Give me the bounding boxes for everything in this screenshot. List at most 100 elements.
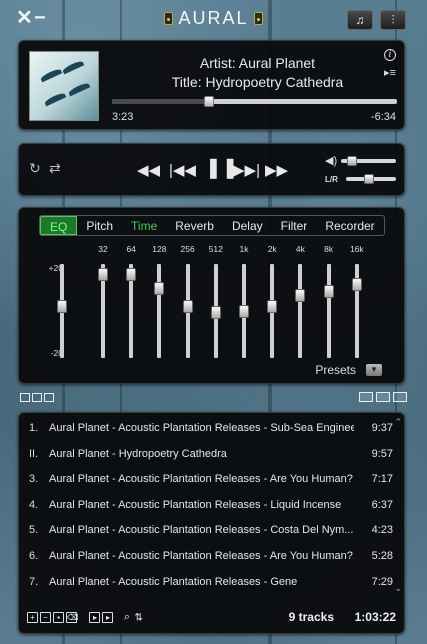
track-count: 9 tracks: [288, 610, 334, 624]
save-playlist-icon[interactable]: [44, 392, 54, 402]
eq-band-freq-label: 512: [208, 244, 223, 254]
track-name: Aural Planet - Hydropoetry Cathedra: [49, 447, 227, 460]
playlist-toggle-button[interactable]: ♫: [347, 10, 373, 30]
repeat-icon[interactable]: ↻: [29, 159, 41, 177]
eq-band-knob[interactable]: [154, 281, 165, 295]
seek-bar[interactable]: [112, 96, 397, 107]
volume-icon: ◀): [325, 155, 338, 167]
eq-band-knob[interactable]: [295, 289, 306, 303]
eq-band-slider[interactable]: [210, 264, 221, 358]
eq-band-freq-label: 32: [98, 244, 108, 254]
tab-filter[interactable]: Filter: [272, 216, 317, 235]
mixer-settings-button[interactable]: ⫶: [380, 10, 406, 30]
save-icon[interactable]: ▪: [53, 612, 64, 624]
track-name: Aural Planet - Acoustic Plantation Relea…: [49, 524, 354, 537]
speaker-icon: [253, 12, 263, 25]
view-default-icon[interactable]: [376, 392, 390, 403]
open-playlist-icon[interactable]: [32, 392, 42, 402]
move-down-icon[interactable]: ▸: [102, 612, 114, 624]
seek-bar-knob[interactable]: [203, 96, 214, 107]
eq-band-knob[interactable]: [210, 306, 221, 320]
fast-forward-icon[interactable]: ▶▶: [265, 160, 288, 182]
volume-slider-knob[interactable]: [346, 156, 357, 166]
tab-recorder[interactable]: Recorder: [316, 216, 383, 235]
rewind-icon[interactable]: ◀◀: [137, 160, 160, 182]
eq-band-slider[interactable]: [351, 264, 362, 358]
playlist-row[interactable]: 3. Aural Planet - Acoustic Plantation Rel…: [19, 466, 404, 492]
track-index: 6.: [29, 550, 39, 562]
playlist-row[interactable]: 7. Aural Planet - Acoustic Plantation Rel…: [19, 569, 404, 595]
tab-reverb[interactable]: Reverb: [166, 216, 223, 235]
track-duration: 4:23: [371, 524, 393, 537]
eq-band-slider[interactable]: [154, 264, 165, 358]
eq-band-slider[interactable]: [323, 264, 334, 358]
shuffle-icon[interactable]: ⇄: [49, 159, 61, 177]
track-name: Aural Planet - Acoustic Plantation Relea…: [49, 473, 353, 486]
balance-slider[interactable]: [346, 174, 396, 184]
eq-band-freq-label: 64: [126, 244, 136, 254]
remove-track-icon[interactable]: −: [40, 612, 51, 624]
eq-band-freq-label: 1k: [239, 244, 249, 254]
effects-panel: EQ Pitch Time Reverb Delay Filter Record…: [18, 207, 405, 384]
eq-band-slider[interactable]: [239, 264, 249, 358]
search-icon[interactable]: ⌕: [124, 611, 130, 623]
now-playing-panel: Artist: Aural Planet Title: Hydropoetry …: [18, 40, 405, 130]
previous-track-icon[interactable]: |◀◀: [169, 160, 196, 182]
playlist-row[interactable]: II. Aural Planet - Hydropoetry Cathedra 9:…: [19, 441, 404, 467]
eq-band-knob[interactable]: [239, 304, 249, 318]
next-track-icon[interactable]: ▶▶|: [233, 160, 260, 182]
eq-band-slider[interactable]: [182, 264, 193, 358]
speaker-icon: [164, 12, 174, 25]
track-duration: 5:28: [371, 550, 393, 562]
volume-slider[interactable]: [341, 156, 396, 166]
presets-label: Presets: [315, 363, 356, 377]
trash-icon[interactable]: ⌫: [66, 612, 78, 624]
presets-dropdown-button[interactable]: ▼: [366, 364, 382, 376]
eq-band-knob[interactable]: [323, 285, 334, 299]
playlist-row[interactable]: 1. Aural Planet - Acoustic Plantation Rel…: [19, 415, 404, 441]
balance-slider-knob[interactable]: [363, 174, 374, 184]
tab-pitch[interactable]: Pitch: [77, 216, 122, 235]
tab-eq[interactable]: EQ: [40, 216, 78, 235]
tab-delay[interactable]: Delay: [223, 216, 272, 235]
preamp-slider[interactable]: [57, 264, 67, 358]
eq-band-slider[interactable]: [267, 264, 278, 358]
preamp-slider-knob[interactable]: [57, 300, 67, 314]
scroll-up-icon[interactable]: ⌃: [394, 417, 402, 428]
eq-band-freq-label: 2k: [267, 244, 277, 254]
track-duration: 7:17: [371, 473, 393, 486]
eq-band-knob[interactable]: [126, 268, 137, 282]
scroll-down-icon[interactable]: ⌄: [394, 583, 402, 594]
eq-band-slider[interactable]: [295, 264, 306, 358]
track-menu-icon[interactable]: ▸≡: [384, 68, 396, 79]
view-expanded-icon[interactable]: [393, 392, 407, 403]
track-index: 3.: [29, 473, 39, 486]
track-name: Aural Planet - Acoustic Plantation Relea…: [49, 422, 354, 434]
move-up-icon[interactable]: ▸: [89, 612, 101, 624]
view-compact-icon[interactable]: [359, 392, 373, 403]
eq-band-slider[interactable]: [126, 264, 137, 358]
track-title-label: Title: Hydropoetry Cathedra: [171, 74, 344, 90]
playlist-row[interactable]: 5. Aural Planet - Acoustic Plantation Rel…: [19, 517, 404, 543]
eq-band-knob[interactable]: [351, 277, 362, 291]
track-name: Aural Planet - Acoustic Plantation Relea…: [49, 550, 354, 562]
sort-icon[interactable]: ⇅: [135, 612, 143, 623]
remaining-time: -6:34: [370, 111, 396, 123]
track-name: Aural Planet - Acoustic Plantation Relea…: [49, 498, 342, 511]
add-track-icon[interactable]: +: [27, 612, 38, 624]
new-playlist-icon[interactable]: [20, 392, 30, 402]
title-bar: ✕ − AURAL ♫ ⫶: [0, 0, 427, 38]
tab-time[interactable]: Time: [122, 216, 166, 235]
eq-band-knob[interactable]: [267, 300, 278, 314]
eq-band-knob[interactable]: [98, 268, 108, 282]
total-duration: 1:03:22: [354, 610, 396, 624]
playlist-row[interactable]: 6. Aural Planet - Acoustic Plantation Rel…: [19, 543, 404, 569]
album-art-decoration: [67, 81, 91, 97]
eq-band-slider[interactable]: [98, 264, 108, 358]
eq-band-knob[interactable]: [182, 300, 193, 314]
playlist-row[interactable]: 4. Aural Planet - Acoustic Plantation Rel…: [19, 492, 404, 518]
info-icon[interactable]: i: [384, 49, 396, 61]
transport-panel: ↻ ⇄ ◀◀ |◀◀ ❚❚ ▶▶| ▶▶ ◀) L/R: [18, 143, 405, 196]
balance-label: L/R: [325, 175, 338, 184]
eq-band-freq-label: 256: [180, 244, 195, 254]
